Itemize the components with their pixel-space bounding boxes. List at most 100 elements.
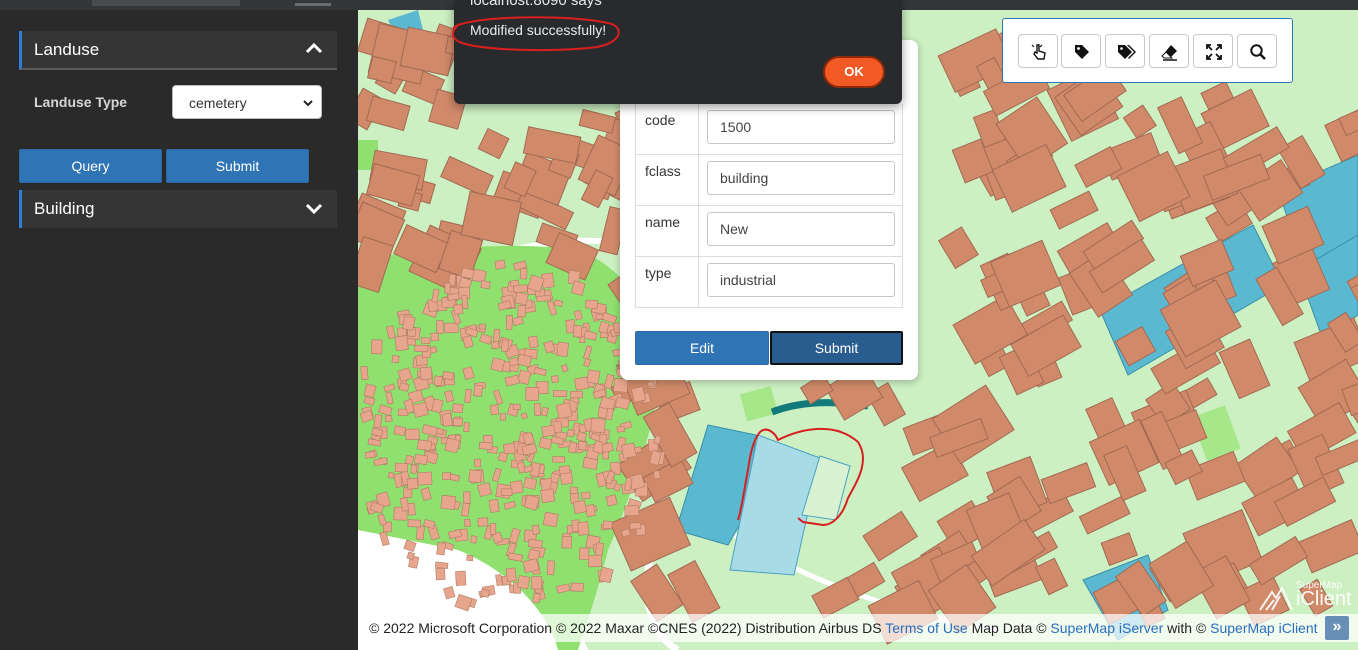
building-footprint-small	[414, 344, 429, 353]
building-footprint-small	[452, 417, 463, 427]
building-footprint-small	[509, 279, 520, 287]
building-footprint	[1298, 519, 1358, 574]
attribute-input-name[interactable]: New	[707, 212, 895, 246]
landuse-panel-header[interactable]: Landuse	[19, 31, 337, 70]
red-annotation-circle	[452, 16, 620, 52]
building-footprint-small	[442, 371, 455, 381]
building-footprint-small	[561, 536, 573, 549]
terms-of-use-link[interactable]: Terms of Use	[885, 620, 967, 636]
tag-tool-button[interactable]	[1061, 34, 1101, 68]
building-footprint-small	[430, 332, 440, 342]
building-footprint	[1078, 495, 1131, 535]
building-footprint-small	[624, 505, 640, 517]
building-footprint-small	[578, 547, 590, 560]
building-footprint-small	[463, 422, 470, 433]
building-footprint-small	[505, 567, 517, 582]
building-footprint-small	[495, 574, 503, 587]
building-footprint-small	[570, 390, 583, 399]
eraser-tool-button[interactable]	[1149, 34, 1189, 68]
building-footprint-small	[477, 482, 493, 498]
tag-icon	[1075, 45, 1089, 59]
building-footprint-small	[494, 259, 506, 270]
building-footprint-small	[463, 491, 471, 504]
building-footprint-small	[653, 470, 661, 480]
search-tool-button[interactable]	[1237, 34, 1277, 68]
building-footprint	[1218, 338, 1271, 400]
building-footprint-small	[393, 425, 407, 437]
building-footprint-small	[523, 476, 538, 491]
building-footprint-small	[419, 366, 433, 380]
fullscreen-icon	[1206, 44, 1222, 60]
attribute-row-code: code 1500	[635, 104, 903, 155]
building-footprint-small	[590, 418, 606, 434]
building-footprint-small	[525, 386, 540, 401]
landuse-type-select[interactable]: cemetery	[172, 85, 322, 119]
attribute-row-type: type industrial	[635, 257, 903, 308]
popup-submit-button[interactable]: Submit	[770, 331, 903, 365]
building-footprint-small	[520, 412, 528, 420]
building-footprint-small	[404, 454, 415, 465]
building-footprint-small	[364, 450, 376, 459]
query-button[interactable]: Query	[19, 149, 162, 183]
building-footprint-small	[387, 471, 395, 479]
browser-tab-indicator	[295, 3, 331, 6]
building-footprint-small	[502, 442, 516, 455]
attribute-input-fclass[interactable]: building	[707, 161, 895, 195]
attribution-with: with ©	[1163, 620, 1211, 636]
attribution-toggle-button[interactable]: »	[1325, 616, 1349, 640]
building-footprint-small	[410, 464, 418, 474]
building-footprint-small	[391, 355, 400, 364]
building-footprint-small	[416, 439, 432, 451]
building-footprint-small	[488, 498, 500, 513]
building-footprint	[477, 127, 510, 160]
building-footprint-small	[572, 324, 583, 338]
supermap-iserver-link[interactable]: SuperMap iServer	[1050, 620, 1163, 636]
building-footprint-small	[616, 426, 625, 433]
building-footprint-small	[452, 403, 464, 414]
building-footprint-small	[384, 414, 393, 423]
building-footprint-small	[556, 341, 570, 358]
building-footprint-small	[420, 337, 431, 345]
building-footprint-small	[568, 441, 578, 454]
supermap-iclient-link[interactable]: SuperMap iClient	[1210, 620, 1317, 636]
tags-tool-button[interactable]	[1105, 34, 1145, 68]
building-footprint	[365, 95, 411, 132]
building-footprint-small	[469, 535, 478, 544]
fullscreen-tool-button[interactable]	[1193, 34, 1233, 68]
point-select-icon	[1031, 44, 1046, 60]
building-footprint-small	[473, 384, 484, 397]
attribute-input-type[interactable]: industrial	[707, 263, 895, 297]
building-footprint-small	[536, 295, 551, 302]
building-footprint-small	[601, 442, 614, 453]
building-footprint-small	[407, 519, 421, 528]
building-footprint-small	[570, 582, 584, 592]
building-footprint-small	[527, 335, 539, 349]
building-footprint-small	[532, 592, 541, 604]
attribution-mapdata: Map Data ©	[967, 620, 1051, 636]
building-footprint-small	[442, 472, 451, 481]
alert-title: localhost:8090 says	[470, 0, 602, 9]
building-footprint-small	[500, 339, 510, 353]
building-footprint-small	[435, 567, 446, 581]
building-footprint-small	[566, 428, 576, 438]
building-footprint-small	[508, 357, 519, 367]
building-panel-header[interactable]: Building	[19, 190, 337, 228]
building-footprint-small	[585, 299, 598, 309]
landuse-type-label: Landuse Type	[34, 94, 128, 110]
attribute-input-code[interactable]: 1500	[707, 110, 895, 144]
building-footprint-small	[574, 376, 590, 391]
building-footprint-small	[464, 388, 472, 404]
building-footprint-small	[444, 437, 460, 454]
landuse-submit-button[interactable]: Submit	[166, 149, 309, 183]
building-footprint-small	[478, 441, 493, 450]
building-footprint-small	[552, 390, 568, 398]
edit-button[interactable]: Edit	[635, 331, 769, 365]
select-tool-button[interactable]	[1018, 34, 1058, 68]
building-footprint-small	[576, 521, 590, 536]
building-footprint-small	[552, 456, 566, 463]
alert-ok-button[interactable]: OK	[823, 56, 885, 88]
building-footprint-small	[401, 315, 416, 331]
map-toolbar	[1002, 18, 1293, 83]
browser-tab[interactable]	[92, 0, 240, 6]
building-footprint-small	[477, 517, 489, 527]
